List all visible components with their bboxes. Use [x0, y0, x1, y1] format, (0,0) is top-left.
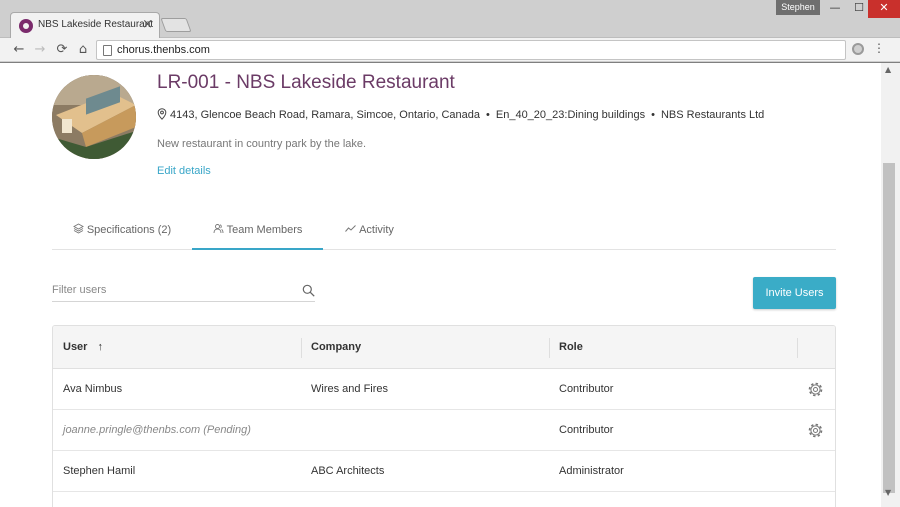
scroll-down-icon[interactable]: ▼ — [885, 488, 891, 497]
browser-user-badge[interactable]: Stephen — [776, 0, 820, 15]
gear-icon[interactable] — [807, 381, 824, 398]
column-divider — [797, 338, 798, 358]
tab-activity[interactable]: Activity — [337, 215, 402, 250]
project-tabs: Specifications (2) Team Members Activity — [52, 215, 836, 250]
layers-icon — [72, 223, 84, 234]
filter-users-field — [52, 278, 315, 302]
project-address: 4143, Glencoe Beach Road, Ramara, Simcoe… — [170, 109, 481, 121]
minimize-button[interactable]: — — [822, 0, 848, 18]
scroll-up-icon[interactable]: ▲ — [885, 65, 891, 74]
role-cell: Contributor — [559, 383, 614, 395]
column-header-user[interactable]: User ↑ — [53, 326, 301, 369]
restaurant-photo-icon — [52, 75, 136, 159]
address-bar[interactable]: chorus.thenbs.com — [96, 40, 846, 60]
user-cell: joanne.pringle@thenbs.com (Pending) — [63, 424, 251, 436]
edit-details-link[interactable]: Edit details — [157, 165, 211, 177]
tab-activity-label: Activity — [359, 224, 394, 236]
meta-separator: • — [651, 109, 655, 121]
project-description: New restaurant in country park by the la… — [157, 138, 367, 150]
project-classification: En_40_20_23:Dining buildings — [495, 109, 646, 121]
page-scrollbar[interactable]: ▲ ▼ — [881, 63, 900, 507]
project-avatar — [52, 75, 136, 159]
table-header: User ↑ Company Role — [53, 326, 835, 369]
reload-icon[interactable]: ⟳ — [53, 41, 71, 59]
activity-icon — [345, 225, 356, 232]
filter-users-input[interactable] — [52, 284, 282, 296]
new-tab-button[interactable] — [160, 18, 192, 32]
tab-team-members[interactable]: Team Members — [192, 215, 323, 250]
url-text[interactable]: chorus.thenbs.com — [117, 44, 210, 56]
table-row: Stephen Hamil ABC Architects Administrat… — [53, 451, 835, 492]
browser-toolbar: ← → ⟳ ⌂ chorus.thenbs.com ⋮ — [0, 38, 900, 62]
browser-tab[interactable]: NBS Lakeside Restaurant × — [10, 12, 160, 38]
table-row: joanne.pringle@thenbs.com (Pending) Cont… — [53, 410, 835, 451]
role-cell: Contributor — [559, 424, 614, 436]
tab-team-members-label: Team Members — [226, 224, 303, 236]
company-cell — [301, 410, 311, 451]
table-row: Ava Nimbus Wires and Fires Contributor — [53, 369, 835, 410]
extension-icon[interactable] — [852, 43, 864, 55]
page-viewport: LR-001 - NBS Lakeside Restaurant 4143, G… — [0, 63, 881, 507]
gear-icon[interactable] — [807, 422, 824, 439]
role-cell: Administrator — [559, 465, 624, 477]
tab-title: NBS Lakeside Restaurant — [38, 19, 154, 30]
team-members-table: User ↑ Company Role Ava Nimbus Wires and… — [52, 325, 836, 507]
column-header-role[interactable]: Role — [549, 326, 797, 369]
location-pin-icon — [157, 108, 167, 120]
project-client: NBS Restaurants Ltd — [660, 109, 765, 121]
tab-specifications[interactable]: Specifications (2) — [72, 215, 172, 250]
nbs-favicon-icon — [19, 19, 33, 33]
meta-separator: • — [486, 109, 490, 121]
search-icon[interactable] — [302, 284, 315, 297]
user-cell: Stephen Hamil — [63, 465, 136, 477]
sort-ascending-icon[interactable]: ↑ — [98, 341, 104, 353]
users-icon — [213, 224, 224, 234]
close-window-button[interactable]: ✕ — [868, 0, 900, 18]
user-cell: Ava Nimbus — [63, 383, 123, 395]
company-cell: ABC Architects — [311, 465, 385, 477]
back-icon[interactable]: ← — [10, 41, 28, 59]
column-header-user-label: User — [63, 341, 88, 353]
project-meta: 4143, Glencoe Beach Road, Ramara, Simcoe… — [157, 108, 764, 121]
project-title: LR-001 - NBS Lakeside Restaurant — [157, 72, 455, 93]
scrollbar-thumb[interactable] — [883, 163, 895, 493]
column-header-company[interactable]: Company — [301, 326, 549, 369]
company-cell: Wires and Fires — [311, 383, 389, 395]
page-icon — [103, 45, 112, 56]
browser-title-bar: NBS Lakeside Restaurant × Stephen — ☐ ✕ — [0, 0, 900, 38]
tab-specifications-label: Specifications (2) — [86, 224, 172, 236]
tab-close-icon[interactable]: × — [142, 17, 153, 32]
menu-icon[interactable]: ⋮ — [873, 41, 885, 55]
forward-icon[interactable]: → — [31, 41, 49, 59]
home-icon[interactable]: ⌂ — [74, 41, 92, 59]
invite-users-button[interactable]: Invite Users — [753, 277, 836, 309]
